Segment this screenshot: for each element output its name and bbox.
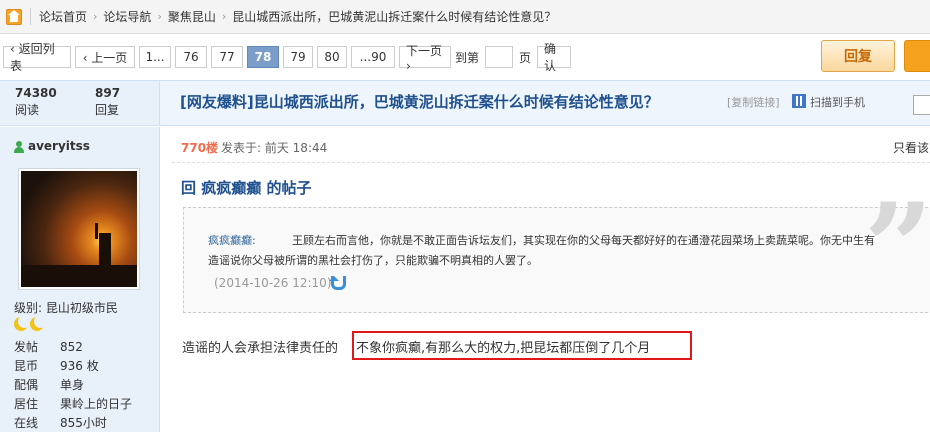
- views-count: 74380: [15, 86, 57, 100]
- profile-key: 配偶: [14, 378, 39, 392]
- goto-label: 到第: [455, 50, 480, 65]
- next-page-button[interactable]: 下一页 ›: [399, 44, 451, 73]
- profile-value: 855小时: [60, 416, 107, 430]
- post-body-highlighted-text: 不象你疯癫,有那么大的权力,把昆坛都压倒了几个月: [356, 341, 651, 356]
- profile-key: 居住: [14, 397, 39, 411]
- profile-value: 852: [60, 339, 83, 354]
- reply-heading: 回 疯疯癫癫 的帖子: [181, 179, 312, 197]
- breadcrumb-separator: ›: [93, 10, 98, 23]
- breadcrumb-item-nav[interactable]: 论坛导航: [103, 8, 151, 25]
- replies-stat: 897 回复: [95, 86, 120, 118]
- page-link[interactable]: 77: [211, 46, 243, 68]
- avatar-image: [21, 171, 137, 287]
- post-time: 发表于: 前天 18:44: [221, 141, 328, 155]
- quote-block: ” 疯疯癫癫: 王顾左右而言他，你就是不敢正面告诉坛友们，其实现在你的父母每天都…: [183, 188, 930, 313]
- user-profile: 发帖 852 昆币 936 枚 配偶 单身 居住 果岭上的日子 在线 855小时: [14, 337, 154, 432]
- page-number-input[interactable]: [485, 46, 514, 68]
- breadcrumb: 论坛首页 › 论坛导航 › 聚焦昆山 › 昆山城西派出所，巴城黄泥山拆迁案什么时…: [0, 0, 930, 34]
- avatar-rig-silhouette: [95, 223, 111, 273]
- confirm-page-button[interactable]: 确认: [537, 42, 572, 73]
- page-link-current[interactable]: 78: [247, 46, 279, 68]
- qr-code-icon[interactable]: [792, 94, 806, 108]
- post-body-text: 造谣的人会承担法律责任的: [182, 341, 339, 356]
- page-link[interactable]: 79: [283, 46, 313, 68]
- thread-header: 74380 阅读 897 回复 [网友爆料]昆山城西派出所，巴城黄泥山拆迁案什么…: [0, 80, 930, 126]
- profile-row-posts: 发帖 852: [14, 337, 154, 356]
- back-to-list-button[interactable]: ‹ 返回列表: [3, 42, 71, 73]
- quote-text-line: 王顾左右而言他，你就是不敢正面告诉坛友们，其实现在你的父母每天都好好的在通澄花园…: [292, 234, 875, 247]
- breadcrumb-separator: ›: [221, 10, 227, 23]
- page-link[interactable]: 1...: [139, 46, 171, 68]
- page-unit-label: 页: [519, 50, 532, 65]
- user-sidebar: averyitss 级别: 昆山初级市民 发帖 852 昆币 936 枚 配偶 …: [0, 127, 160, 432]
- thread-title[interactable]: [网友爆料]昆山城西派出所，巴城黄泥山拆迁案什么时候有结论性意见？: [180, 91, 659, 112]
- profile-row-residence: 居住 果岭上的日子: [14, 394, 154, 413]
- quote-text-line: 造谣说你父母被所谓的黑社会打伤了，只能欺骗不明真相的人罢了。: [208, 254, 538, 267]
- reply-button[interactable]: 回复: [821, 40, 895, 72]
- breadcrumb-item-home[interactable]: 论坛首页: [30, 8, 87, 25]
- profile-row-online: 在线 855小时: [14, 413, 154, 432]
- post-floor[interactable]: 770楼: [181, 139, 218, 156]
- online-user-icon: [14, 141, 24, 153]
- replies-count: 897: [95, 86, 121, 100]
- profile-key: 发帖: [14, 340, 39, 354]
- page-link[interactable]: 80: [317, 46, 347, 68]
- pager: ‹ 返回列表 ‹ 上一页 1... 76 77 78 79 80 ...90 下…: [0, 35, 930, 79]
- views-stat: 74380 阅读: [15, 86, 57, 118]
- new-post-button[interactable]: [904, 40, 930, 72]
- quote-mark-icon: ”: [864, 177, 930, 318]
- breadcrumb-item-forum[interactable]: 聚焦昆山: [168, 8, 216, 25]
- moon-icon: [30, 315, 47, 331]
- profile-key: 在线: [14, 416, 39, 430]
- avatar-sea: [21, 265, 137, 287]
- profile-value: 936 枚: [60, 359, 99, 373]
- replies-label: 回复: [95, 103, 120, 117]
- avatar[interactable]: [18, 168, 140, 290]
- only-author-link[interactable]: 只看该: [893, 139, 929, 156]
- copy-link[interactable]: [复制链接]: [727, 94, 780, 110]
- profile-key: 昆币: [14, 359, 39, 373]
- prev-page-button[interactable]: ‹ 上一页: [75, 46, 135, 68]
- breadcrumb-current: 昆山城西派出所，巴城黄泥山拆迁案什么时候有结论性意见？: [232, 10, 557, 24]
- header-input[interactable]: [913, 95, 930, 115]
- page-link[interactable]: 76: [175, 46, 207, 68]
- quote-author[interactable]: 疯疯癫癫:: [208, 232, 256, 248]
- username[interactable]: averyitss: [28, 139, 90, 153]
- level-badges: [14, 315, 47, 331]
- go-to-quoted-post-icon[interactable]: [329, 276, 346, 290]
- profile-row-spouse: 配偶 单身: [14, 375, 154, 394]
- quote-time: (2014-10-26 12:10): [214, 276, 332, 290]
- profile-value: 单身: [60, 378, 85, 392]
- page-link[interactable]: ...90: [351, 46, 395, 68]
- home-icon[interactable]: [6, 8, 22, 25]
- moon-icon: [14, 315, 31, 331]
- profile-value: 果岭上的日子: [60, 397, 133, 411]
- profile-row-coins: 昆币 936 枚: [14, 356, 154, 375]
- breadcrumb-separator: ›: [157, 10, 162, 23]
- thread-stats: 74380 阅读 897 回复: [0, 81, 160, 125]
- user-level: 级别: 昆山初级市民: [14, 301, 118, 315]
- views-label: 阅读: [15, 103, 40, 117]
- scan-to-phone-link[interactable]: 扫描到手机: [810, 94, 865, 110]
- divider: [172, 162, 930, 163]
